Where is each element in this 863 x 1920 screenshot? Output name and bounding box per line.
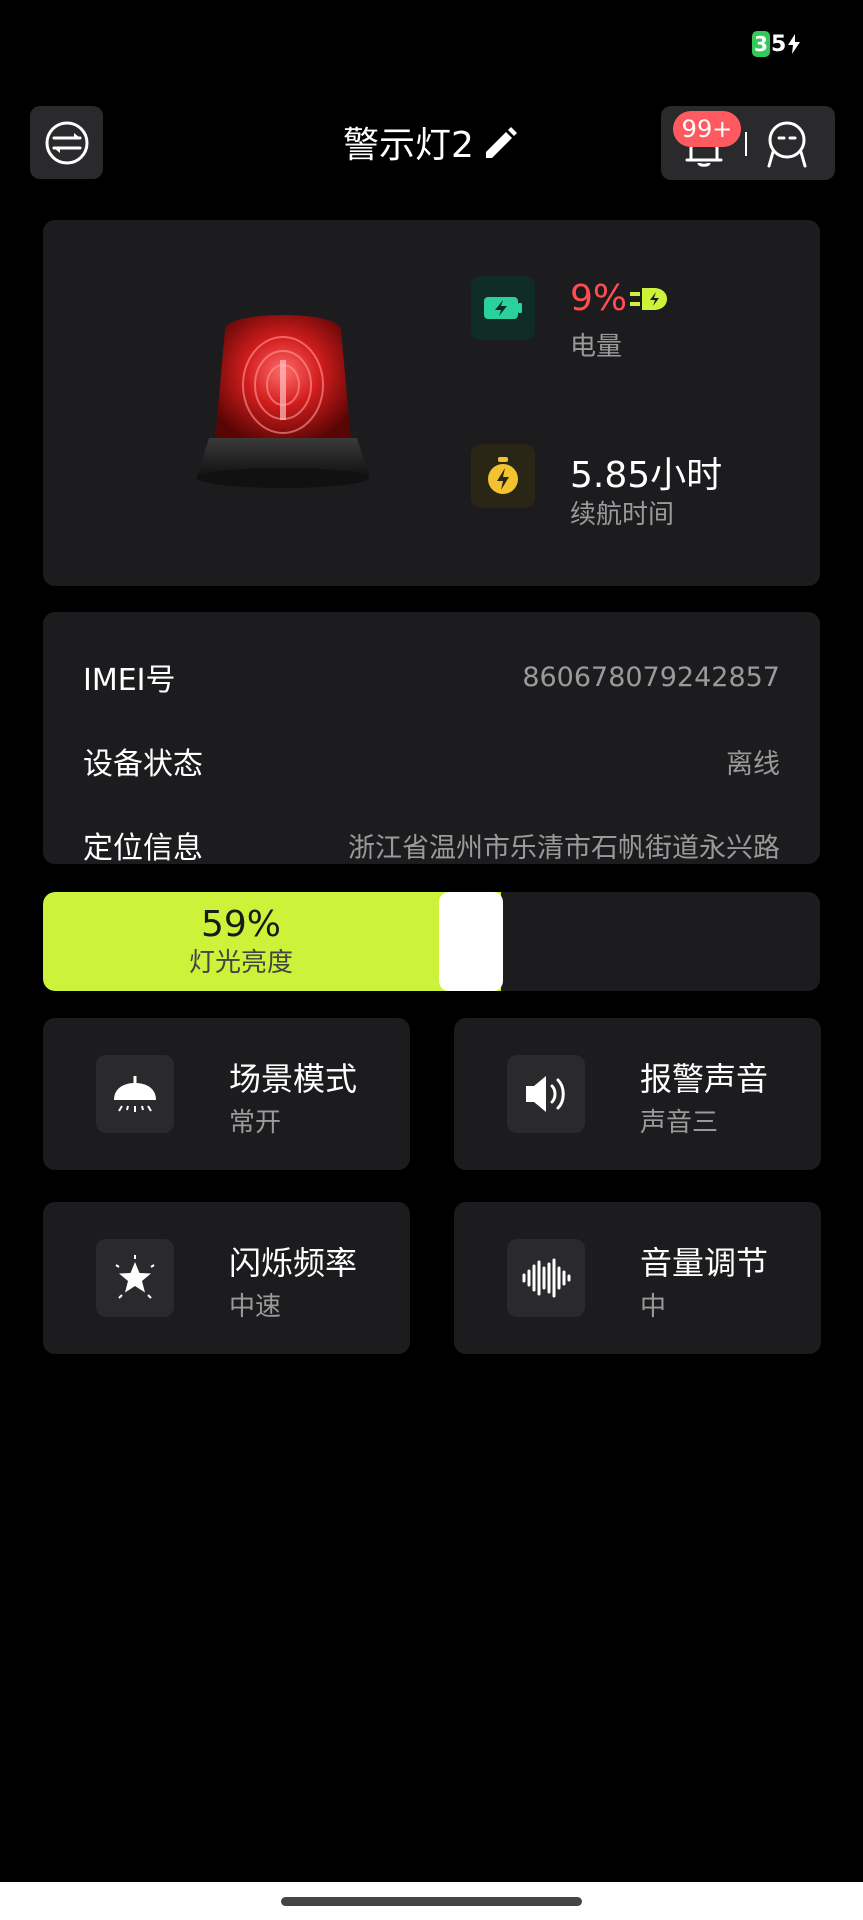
runtime-stat-icon-box	[471, 444, 535, 508]
battery-level-first: 3	[752, 31, 770, 57]
volume-icon-box	[507, 1239, 585, 1317]
battery-percent: 9%	[570, 278, 628, 319]
flash-frequency-tile[interactable]: 闪烁频率 中速	[43, 1202, 410, 1354]
device-page: 3 5 警示灯2 99+ 9% 电量 5.85小时 续航时间 IMEI号 860…	[0, 0, 863, 1920]
brightness-slider-handle[interactable]	[439, 892, 503, 991]
soundwave-icon	[522, 1258, 571, 1298]
alarm-sound-tile[interactable]: 报警声音 声音三	[454, 1018, 821, 1170]
lamp-icon	[114, 1076, 156, 1112]
device-info-card: IMEI号 860678079242857 设备状态 离线 定位信息 浙江省温州…	[43, 612, 820, 866]
imei-label: IMEI号	[83, 663, 176, 698]
location-value: 浙江省温州市乐清市石帆街道永兴路	[348, 832, 780, 864]
header-divider	[745, 132, 747, 156]
notification-badge: 99+	[673, 111, 741, 147]
imei-value: 860678079242857	[522, 661, 780, 693]
flash-frequency-value: 中速	[229, 1292, 282, 1322]
alarm-sound-icon-box	[507, 1055, 585, 1133]
charging-plug-icon	[630, 288, 667, 310]
volume-tile[interactable]: 音量调节 中	[454, 1202, 821, 1354]
battery-label: 电量	[570, 332, 623, 362]
flash-frequency-icon-box	[96, 1239, 174, 1317]
edit-icon[interactable]	[480, 122, 520, 162]
charging-bolt-icon	[788, 34, 801, 54]
device-card: 9% 电量 5.85小时 续航时间	[43, 220, 820, 586]
customer-service-button[interactable]	[765, 120, 809, 172]
location-row[interactable]: 定位信息 浙江省温州市乐清市石帆街道永兴路	[83, 820, 780, 870]
speaker-icon	[526, 1076, 565, 1112]
runtime-value: 5.85小时	[570, 455, 723, 496]
runtime-label: 续航时间	[570, 500, 675, 530]
page-title: 警示灯2	[343, 125, 474, 166]
flash-frequency-title: 闪烁频率	[229, 1244, 358, 1282]
scene-mode-value: 常开	[229, 1108, 282, 1138]
device-status-value: 离线	[726, 748, 780, 780]
brightness-slider[interactable]: 59% 灯光亮度	[43, 892, 820, 991]
header-actions: 99+	[661, 106, 835, 180]
robot-face-icon	[767, 121, 807, 168]
brightness-slider-fill	[43, 892, 501, 991]
volume-title: 音量调节	[640, 1244, 769, 1282]
home-indicator[interactable]	[281, 1897, 582, 1906]
alarm-sound-title: 报警声音	[640, 1060, 769, 1098]
device-status-label: 设备状态	[83, 747, 203, 782]
volume-value: 中	[640, 1292, 667, 1322]
alarm-sound-value: 声音三	[640, 1108, 719, 1138]
battery-level-rest: 5	[771, 31, 787, 57]
location-label: 定位信息	[83, 831, 203, 866]
battery-stat-icon-box	[471, 276, 535, 340]
status-row: 设备状态 离线	[83, 736, 780, 786]
battery-charging-icon	[484, 297, 522, 319]
scene-mode-icon-box	[96, 1055, 174, 1133]
siren-image	[197, 315, 369, 488]
imei-row: IMEI号 860678079242857	[83, 652, 780, 702]
scene-mode-title: 场景模式	[229, 1060, 358, 1098]
starburst-icon	[115, 1255, 155, 1299]
stopwatch-icon	[488, 457, 518, 494]
scene-mode-tile[interactable]: 场景模式 常开	[43, 1018, 410, 1170]
status-battery: 3 5	[752, 31, 801, 57]
